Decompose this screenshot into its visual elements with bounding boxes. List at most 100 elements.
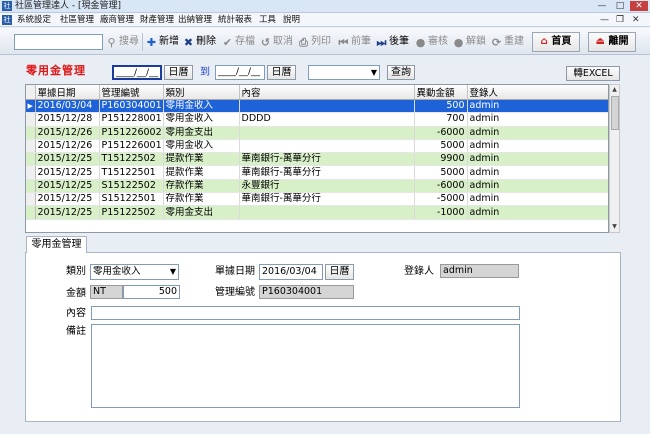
cell-amount: -1000: [414, 205, 468, 220]
minimize-button[interactable]: —: [594, 1, 610, 11]
refresh-icon: ⟳: [491, 36, 502, 49]
cell-amount: -5000: [414, 192, 468, 207]
mdi-minimize-button[interactable]: —: [600, 14, 609, 26]
cell-type: 零用金支出: [163, 126, 240, 140]
table-row[interactable]: 2015/12/25 T15122502 提款作業 華南銀行-萬華分行 9900 admi…: [26, 152, 608, 167]
registrant-label: 登錄人: [404, 266, 434, 277]
tab-petty-cash[interactable]: 零用金管理: [26, 236, 87, 253]
menu-assets[interactable]: 財產管理: [140, 13, 174, 27]
table-row[interactable]: 2015/12/25 S15122501 存款作業 華南銀行-萬華分行 -5000 adm…: [26, 192, 608, 207]
unlock-button[interactable]: ● 解鎖: [452, 33, 486, 51]
home-button[interactable]: ⌂ 首頁: [532, 32, 580, 52]
mdi-restore-button[interactable]: ❐: [616, 14, 624, 26]
menu-reports[interactable]: 統計報表: [218, 13, 252, 27]
cell-content: 華南銀行-萬華分行: [239, 152, 415, 167]
window-title: 社區管理達人 - [現金管理]: [15, 1, 121, 11]
records-grid[interactable]: 單據日期 管理編號 類別 內容 異動金額 登錄人 ▶ 2016/03/04 P160…: [25, 84, 609, 233]
code-label: 管理編號: [215, 287, 255, 298]
delete-button[interactable]: ✖ 刪除: [182, 33, 216, 51]
calendar-to-button[interactable]: 日曆: [267, 65, 296, 80]
cancel-button[interactable]: ↺ 取消: [259, 33, 293, 51]
table-row[interactable]: 2015/12/26 P151226001 零用金收入 5000 admin: [26, 139, 608, 154]
next-button[interactable]: ⏭ 後筆: [375, 33, 409, 51]
calendar-button[interactable]: 日曆: [325, 264, 354, 280]
cell-date: 2015/12/28: [35, 112, 100, 127]
amount-label: 金額: [66, 288, 86, 299]
cell-user: admin: [467, 205, 608, 220]
menu-vendors[interactable]: 廠商管理: [100, 13, 134, 27]
column-header[interactable]: 類別: [163, 85, 240, 100]
table-row[interactable]: 2015/12/25 P15122502 零用金支出 -1000 admin: [26, 205, 608, 220]
date-field[interactable]: 2016/03/04: [259, 264, 323, 280]
plus-icon: ✚: [146, 36, 157, 49]
amount-field[interactable]: 500: [123, 285, 180, 299]
search-button[interactable]: ⚲ 搜尋: [105, 33, 139, 51]
grid-scrollbar[interactable]: ▲ ▼: [609, 84, 620, 233]
mdi-close-button[interactable]: ✕: [632, 14, 640, 26]
review-button[interactable]: ● 審核: [414, 33, 448, 51]
cell-code: P15122502: [99, 205, 164, 220]
search-input[interactable]: [14, 34, 103, 50]
content-label: 內容: [66, 308, 86, 319]
column-header[interactable]: 管理編號: [99, 85, 164, 100]
cell-content: 華南銀行-萬華分行: [239, 165, 415, 180]
column-header[interactable]: 異動金額: [414, 85, 468, 100]
table-row[interactable]: 2015/12/26 P151226002 零用金支出 -6000 admin: [26, 126, 608, 140]
cell-user: admin: [467, 192, 608, 207]
undo-icon: ↺: [260, 36, 271, 49]
table-row[interactable]: 2015/12/28 P151228001 零用金收入 DDDD 700 admin: [26, 112, 608, 127]
cell-amount: 5000: [414, 165, 468, 180]
cell-user: admin: [467, 179, 608, 194]
menu-system-settings[interactable]: 系統設定: [17, 13, 51, 27]
cell-code: S15122502: [99, 179, 164, 194]
row-header: [26, 126, 36, 140]
maximize-button[interactable]: □: [612, 1, 628, 11]
cell-type: 存款作業: [163, 192, 240, 207]
x-icon: ✖: [183, 36, 194, 49]
memo-field[interactable]: [91, 324, 520, 408]
menu-help[interactable]: 說明: [283, 13, 300, 27]
date-to-input[interactable]: ____/__/__: [215, 65, 265, 80]
code-field: P160304001: [259, 285, 354, 299]
filter-select[interactable]: ▼: [308, 65, 380, 80]
cell-user: admin: [467, 152, 608, 167]
content-field[interactable]: [91, 306, 520, 320]
table-row[interactable]: 2015/12/25 T15122501 提款作業 華南銀行-萬華分行 5000 admi…: [26, 165, 608, 180]
table-row[interactable]: ▶ 2016/03/04 P160304001 零用金收入 500 admin: [26, 99, 608, 114]
scroll-up-icon[interactable]: ▲: [610, 85, 619, 95]
export-excel-button[interactable]: 轉EXCEL: [566, 66, 620, 81]
cell-amount: -6000: [414, 179, 468, 194]
menu-cashier[interactable]: 出納管理: [178, 13, 212, 27]
column-header[interactable]: 登錄人: [467, 85, 608, 100]
save-button[interactable]: ✔ 存檔: [221, 33, 255, 51]
column-header[interactable]: 內容: [239, 85, 415, 100]
type-label: 類別: [66, 266, 86, 277]
cell-type: 零用金收入: [163, 139, 240, 154]
query-button[interactable]: 查詢: [387, 65, 415, 80]
cell-date: 2015/12/25: [35, 179, 100, 194]
menu-tools[interactable]: 工具: [259, 13, 276, 27]
scrollbar-thumb[interactable]: [611, 96, 619, 130]
grid-header-row: 單據日期 管理編號 類別 內容 異動金額 登錄人: [26, 85, 608, 100]
column-header[interactable]: 單據日期: [35, 85, 100, 100]
cell-amount: 700: [414, 112, 468, 127]
cell-date: 2016/03/04: [35, 99, 100, 114]
print-button[interactable]: ⎙ 列印: [297, 33, 331, 51]
type-select[interactable]: 零用金收入 ▼: [90, 264, 179, 280]
date-from-input[interactable]: ____/__/__: [112, 65, 162, 80]
rebuild-button[interactable]: ⟳ 重建: [490, 33, 524, 51]
table-row[interactable]: 2015/12/25 S15122502 存款作業 永豐銀行 -6000 admin: [26, 179, 608, 194]
document-icon: 社: [2, 15, 12, 25]
scroll-down-icon[interactable]: ▼: [610, 222, 619, 232]
menu-community[interactable]: 社區管理: [60, 13, 94, 27]
exit-button[interactable]: ⏏ 離開: [588, 32, 636, 52]
unlock-icon: ●: [453, 36, 464, 49]
new-button[interactable]: ✚ 新增: [145, 33, 179, 51]
calendar-from-button[interactable]: 日曆: [164, 65, 193, 80]
menu-bar: 社 系統設定 社區管理 廠商管理 財產管理 出納管理 統計報表 工具 說明 — …: [0, 13, 650, 27]
currency-field: NT: [90, 285, 123, 299]
prev-button[interactable]: ⏮ 前筆: [337, 33, 371, 51]
cell-user: admin: [467, 99, 608, 114]
row-header: [26, 139, 36, 154]
close-button[interactable]: ✕: [630, 1, 648, 11]
